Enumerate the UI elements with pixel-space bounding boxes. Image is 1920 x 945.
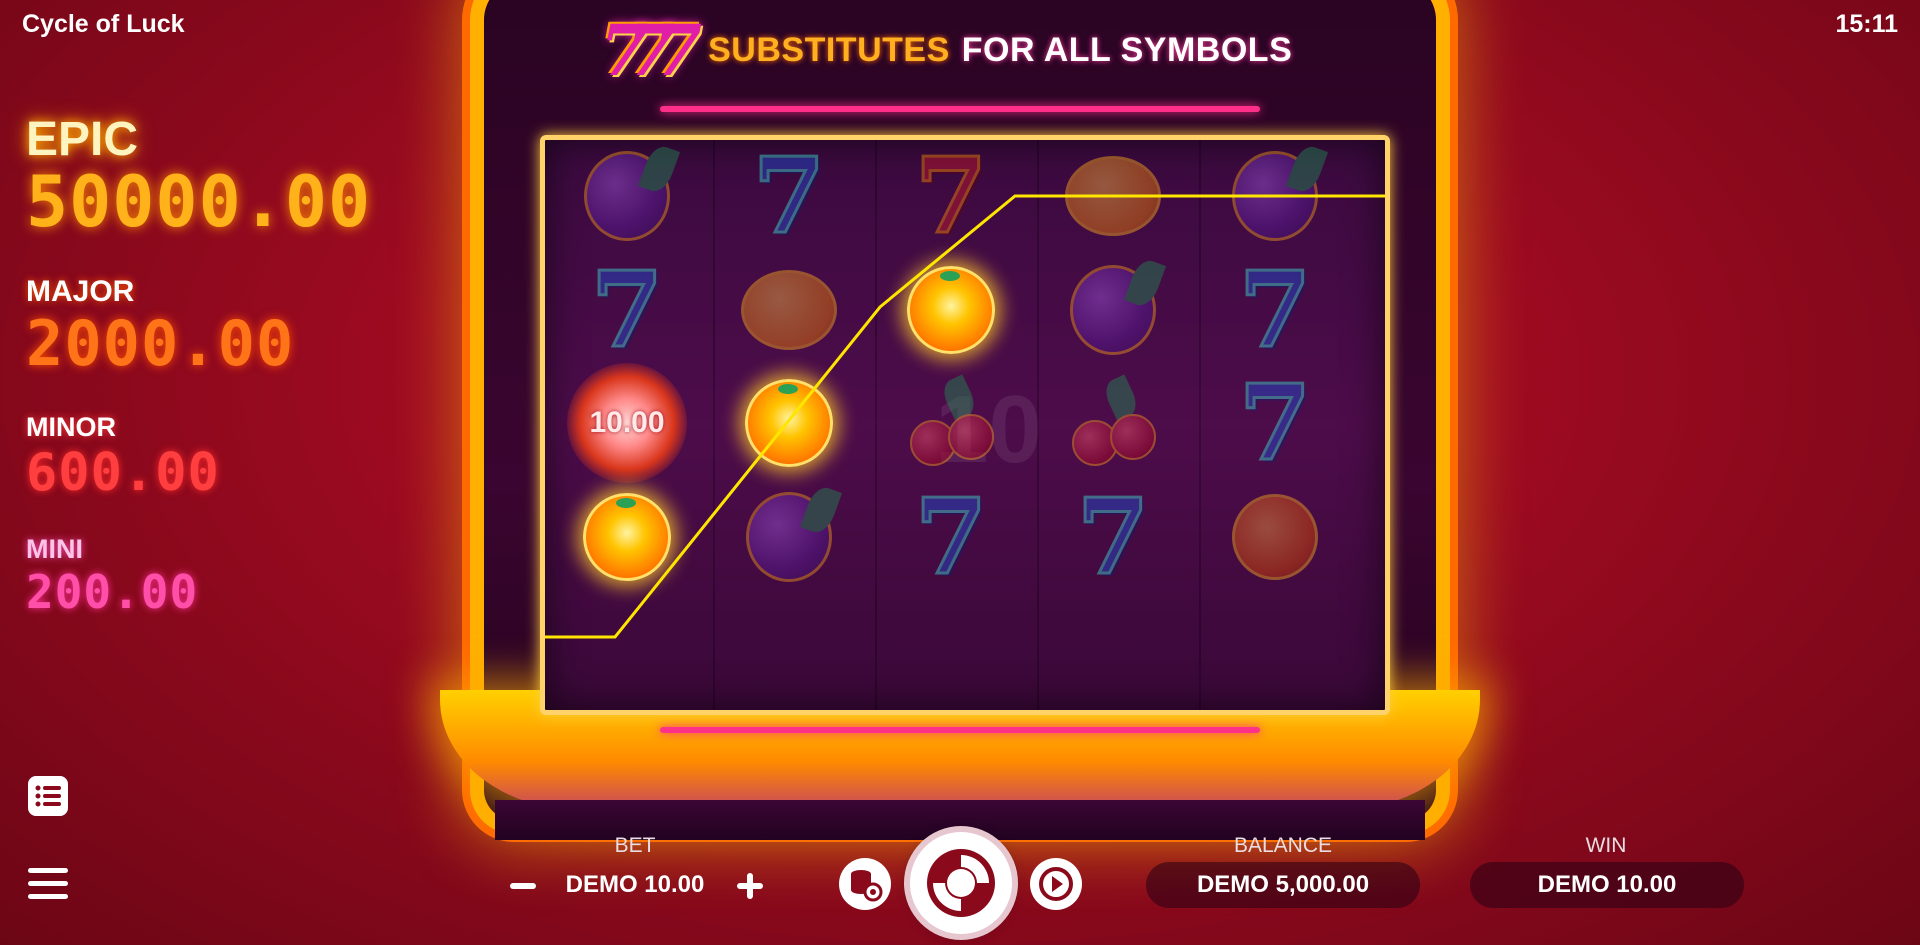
autoplay-button[interactable] [1030,858,1082,910]
hamburger-menu-icon [28,868,68,899]
jackpot-epic-value: 50000.00 [26,161,372,243]
banner-highlight: SUBSTITUTES [708,30,950,69]
win-label: WIN [1585,834,1627,857]
bet-label: BET [614,834,656,857]
pink-divider-top [660,106,1260,112]
bet-decrease-button[interactable] [505,868,541,904]
paytable-button[interactable] [26,774,70,818]
win-display: DEMO 10.00 [1470,862,1744,908]
jackpot-mini-value: 200.00 [26,565,199,619]
balance-value: DEMO 5,000.00 [1196,871,1370,898]
bet-value: DEMO 10.00 [565,871,705,898]
win-value: DEMO 10.00 [1537,871,1677,898]
bet-increase-button[interactable] [732,868,768,904]
reel-grid[interactable]: 10 777710.00777 [540,135,1390,715]
slot-cabinet: 777 SUBSTITUTES FOR ALL SYMBOLS 10 777710… [440,0,1480,840]
coins-gear-icon [851,870,883,902]
clock: 15:11 [1835,10,1898,38]
balance-label: BALANCE [1233,834,1333,857]
pink-divider-bottom [660,727,1260,733]
wild-banner: 777 SUBSTITUTES FOR ALL SYMBOLS [600,9,1320,92]
jackpot-minor-value: 600.00 [26,443,220,503]
minus-icon [510,883,536,889]
balance-display: DEMO 5,000.00 [1146,862,1420,908]
spin-icon [927,849,995,917]
jackpot-epic: EPIC 50000.00 [26,112,371,243]
jackpot-mini: MINI 200.00 [26,534,198,619]
jackpot-major-value: 2000.00 [26,307,295,380]
menu-button[interactable] [26,862,70,906]
list-icon [28,776,68,816]
jackpot-major-label: MAJOR [26,275,135,308]
jackpot-major: MAJOR 2000.00 [26,275,294,380]
spin-button[interactable] [910,832,1012,934]
plus-icon [737,873,763,899]
banner-text: SUBSTITUTES FOR ALL SYMBOLS [708,31,1292,70]
jackpot-minor-label: MINOR [26,412,116,442]
autoplay-icon [1039,867,1073,901]
jackpot-minor: MINOR 600.00 [26,412,220,503]
payline-path [545,194,1385,639]
jackpot-mini-label: MINI [26,534,83,564]
win-payline [545,194,1385,639]
banner-rest: FOR ALL SYMBOLS [961,30,1293,69]
jackpot-epic-label: EPIC [26,113,139,166]
app-title: Cycle of Luck [22,10,185,38]
bet-settings-button[interactable] [839,858,891,910]
triple-seven-logo-icon: 777 [600,8,702,92]
